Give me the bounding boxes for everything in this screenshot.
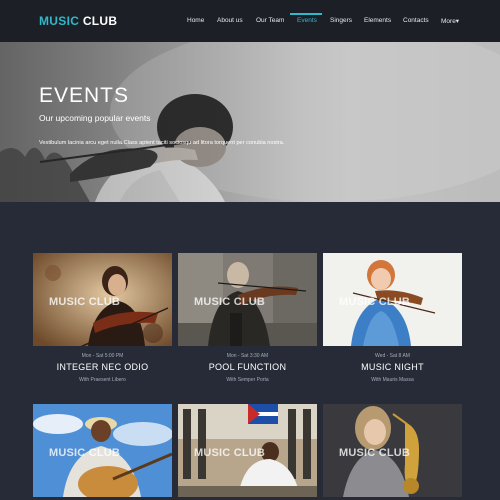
nav-item-about-us[interactable]: About us	[217, 17, 243, 24]
event-image-girl-violin[interactable]: MUSIC CLUB	[323, 253, 462, 346]
event-title[interactable]: POOL FUNCTION	[178, 362, 317, 372]
site-logo[interactable]: MUSIC CLUB	[39, 14, 117, 28]
page-title: EVENTS	[39, 84, 130, 107]
event-image-street-band[interactable]: MUSIC CLUB	[178, 404, 317, 497]
music-club-watermark: MUSIC CLUB	[49, 447, 121, 459]
music-club-watermark: MUSIC CLUB	[194, 447, 266, 459]
event-host: With Praesent Libero	[79, 377, 126, 383]
nav-item-home[interactable]: Home	[187, 17, 204, 24]
event-host: With Mauris Massa	[371, 377, 414, 383]
nav-item-elements[interactable]: Elements	[364, 17, 391, 24]
nav-item-our-team[interactable]: Our Team	[256, 17, 284, 24]
page-subtitle: Our upcoming popular events	[39, 113, 151, 123]
nav-item-more-dropdown[interactable]: More▾	[441, 17, 459, 25]
active-nav-indicator	[290, 13, 322, 15]
music-club-watermark: MUSIC CLUB	[49, 296, 121, 308]
event-image-violinist-man[interactable]: MUSIC CLUB	[178, 253, 317, 346]
event-time: Mon - Sat 3:30 AM	[226, 353, 269, 359]
event-image-saxophone[interactable]: MUSIC CLUB	[323, 404, 462, 497]
logo-text-music: MUSIC	[39, 14, 80, 28]
logo-text-club: CLUB	[82, 14, 118, 28]
event-image-violinist-woman[interactable]: MUSIC CLUB	[33, 253, 172, 346]
music-club-watermark: MUSIC CLUB	[339, 296, 411, 308]
nav-item-singers[interactable]: Singers	[330, 17, 352, 24]
music-club-watermark: MUSIC CLUB	[339, 447, 411, 459]
event-host: With Semper Porta	[226, 377, 269, 383]
event-image-guitarist[interactable]: MUSIC CLUB	[33, 404, 172, 497]
event-title[interactable]: INTEGER NEC ODIO	[33, 362, 172, 372]
event-title[interactable]: MUSIC NIGHT	[323, 362, 462, 372]
hero-banner: EVENTS Our upcoming popular events Vesti…	[0, 42, 500, 202]
nav-item-contacts[interactable]: Contacts	[403, 17, 429, 24]
top-navbar: MUSIC CLUB Home About us Our Team Events…	[0, 0, 500, 42]
music-club-watermark: MUSIC CLUB	[194, 296, 266, 308]
nav-item-events[interactable]: Events	[297, 17, 317, 24]
event-time: Mon - Sat 5:00 PM	[81, 353, 124, 359]
event-time: Wed - Sat 8 AM	[375, 353, 410, 359]
page-description: Vestibulum lacinia arcu eget nulla.Class…	[39, 140, 285, 146]
